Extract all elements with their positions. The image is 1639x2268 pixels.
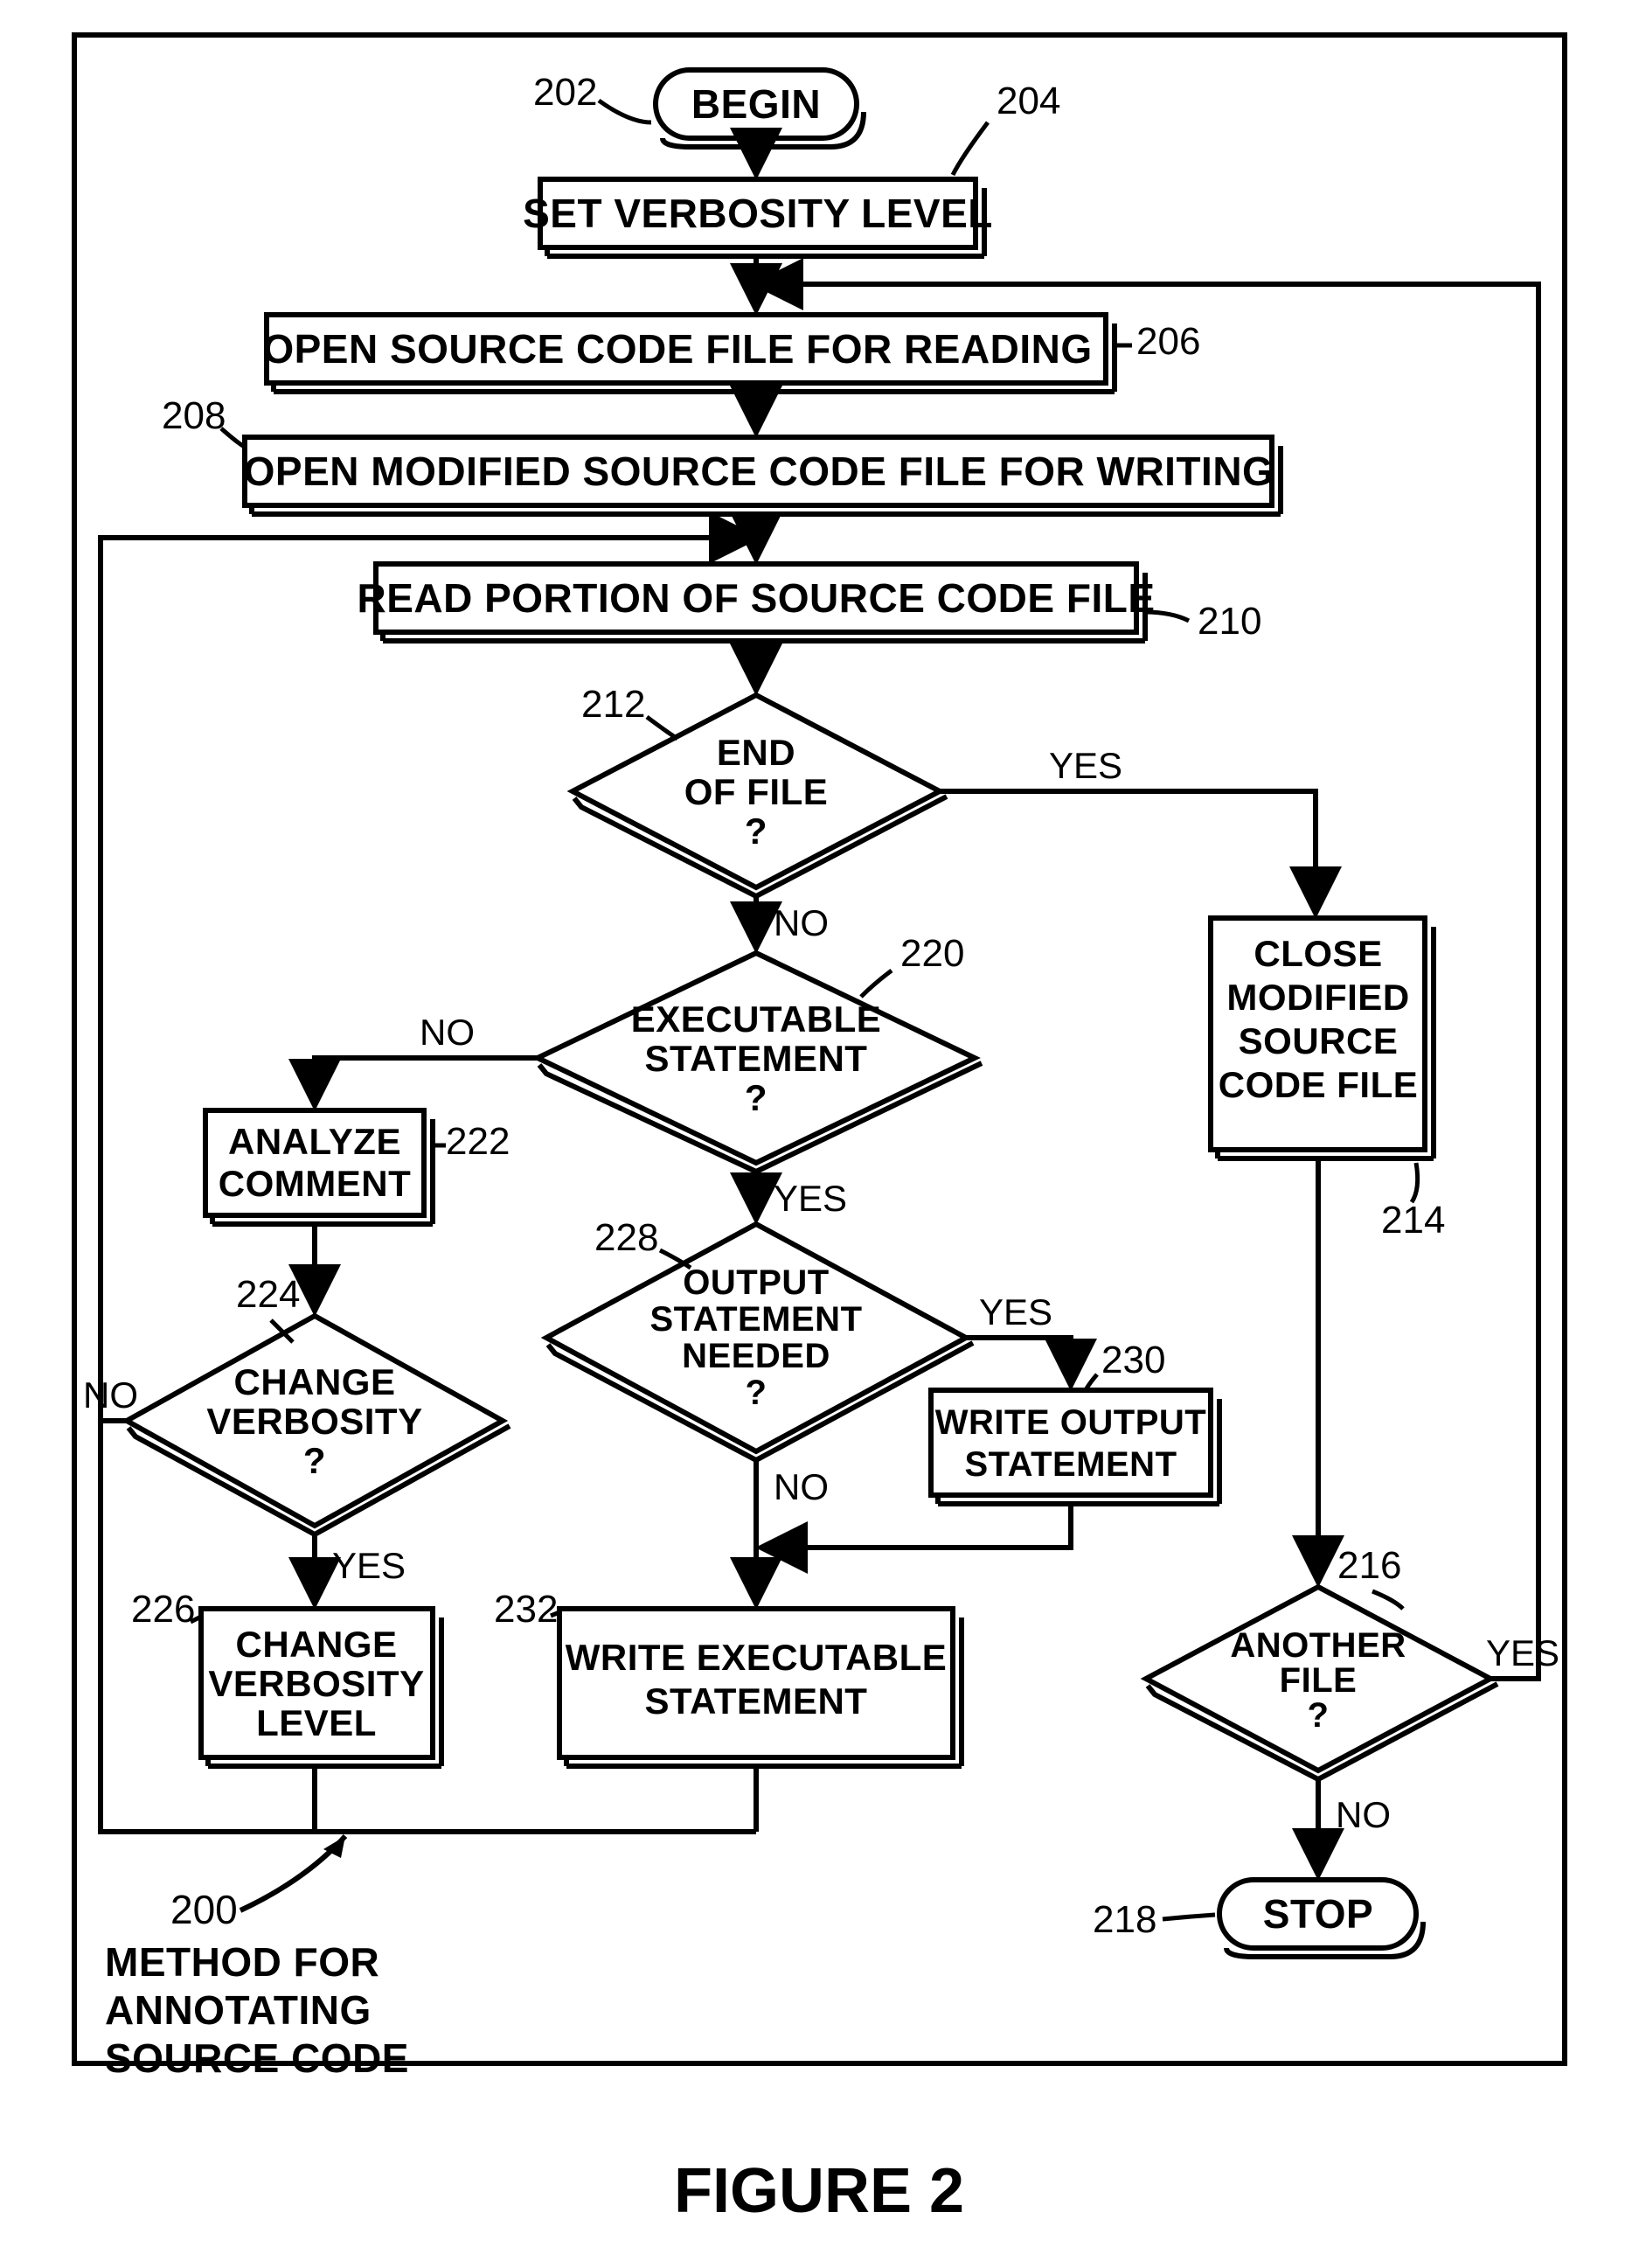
svg-text:CHANGE: CHANGE (233, 1361, 395, 1402)
read-portion-node: READ PORTION OF SOURCE CODE FILE (357, 564, 1155, 641)
svg-text:?: ? (1308, 1696, 1330, 1735)
edge-exec-no: NO (420, 1012, 475, 1053)
edge-out-no: NO (774, 1466, 829, 1507)
svg-text:STATEMENT: STATEMENT (645, 1038, 868, 1079)
svg-text:STATEMENT: STATEMENT (965, 1445, 1177, 1484)
ref-230: 230 (1101, 1339, 1165, 1381)
edge-another-no: NO (1336, 1794, 1391, 1835)
close-file-node: CLOSE MODIFIED SOURCE CODE FILE (1211, 918, 1434, 1158)
open-write-node: OPEN MODIFIED SOURCE CODE FILE FOR WRITI… (244, 437, 1281, 514)
ref-216: 216 (1337, 1544, 1401, 1587)
edge-eof-yes: YES (1049, 745, 1122, 786)
exec-stmt-decision: EXECUTABLE STATEMENT ? (538, 953, 982, 1172)
edge-chgv-no: NO (83, 1374, 138, 1416)
output-needed-decision: OUTPUT STATEMENT NEEDED ? (546, 1224, 973, 1460)
svg-text:200: 200 (170, 1887, 238, 1932)
caption: 200 METHOD FOR ANNOTATING SOURCE CODE (105, 1836, 409, 2081)
svg-text:ANALYZE: ANALYZE (228, 1121, 401, 1162)
edge-chgv-yes: YES (332, 1545, 406, 1586)
svg-text:SET VERBOSITY LEVEL: SET VERBOSITY LEVEL (523, 191, 993, 236)
svg-text:SOURCE CODE: SOURCE CODE (105, 2035, 409, 2081)
svg-text:STATEMENT: STATEMENT (645, 1680, 868, 1722)
svg-text:NEEDED: NEEDED (682, 1337, 830, 1375)
ref-226: 226 (131, 1588, 195, 1631)
svg-text:CHANGE: CHANGE (235, 1624, 397, 1665)
ref-204: 204 (997, 80, 1060, 122)
svg-text:EXECUTABLE: EXECUTABLE (631, 998, 882, 1040)
analyze-comment-node: ANALYZE COMMENT (205, 1110, 433, 1224)
svg-text:VERBOSITY: VERBOSITY (206, 1401, 422, 1442)
svg-text:CODE FILE: CODE FILE (1219, 1064, 1419, 1105)
change-verbosity-level-node: CHANGE VERBOSITY LEVEL (201, 1609, 441, 1766)
ref-224: 224 (236, 1273, 300, 1316)
ref-202: 202 (533, 71, 597, 114)
write-exec-node: WRITE EXECUTABLE STATEMENT (559, 1609, 962, 1766)
svg-text:ANOTHER: ANOTHER (1230, 1626, 1406, 1665)
ref-210: 210 (1198, 600, 1261, 643)
svg-text:WRITE EXECUTABLE: WRITE EXECUTABLE (566, 1637, 948, 1678)
svg-text:SOURCE: SOURCE (1239, 1020, 1399, 1061)
svg-text:STOP: STOP (1263, 1891, 1373, 1937)
svg-text:OF FILE: OF FILE (684, 771, 829, 812)
ref-218: 218 (1093, 1898, 1156, 1941)
svg-text:READ PORTION OF SOURCE CODE FI: READ PORTION OF SOURCE CODE FILE (357, 575, 1155, 621)
svg-text:BEGIN: BEGIN (691, 81, 821, 127)
ref-222: 222 (446, 1120, 510, 1163)
svg-text:ANNOTATING: ANNOTATING (105, 1987, 372, 2033)
svg-text:?: ? (303, 1440, 326, 1481)
stop-node: STOP (1219, 1880, 1423, 1957)
edge-out-yes: YES (979, 1291, 1052, 1332)
set-verbosity-node: SET VERBOSITY LEVEL (523, 179, 993, 256)
ref-228: 228 (594, 1216, 658, 1259)
ref-220: 220 (900, 932, 964, 975)
svg-text:OPEN SOURCE CODE FILE FOR READ: OPEN SOURCE CODE FILE FOR READING (262, 326, 1092, 372)
svg-text:STATEMENT: STATEMENT (650, 1300, 863, 1339)
ref-208: 208 (162, 394, 226, 437)
svg-text:FILE: FILE (1280, 1661, 1358, 1700)
flowchart-svg: BEGIN 202 SET VERBOSITY LEVEL 204 OPEN S… (0, 0, 1639, 2268)
begin-node: BEGIN (656, 70, 864, 147)
another-file-decision: ANOTHER FILE ? (1146, 1587, 1497, 1779)
svg-text:OPEN MODIFIED SOURCE CODE FILE: OPEN MODIFIED SOURCE CODE FILE FOR WRITI… (244, 449, 1274, 494)
ref-212: 212 (581, 683, 645, 726)
svg-text:OUTPUT: OUTPUT (683, 1263, 829, 1302)
svg-text:?: ? (745, 1077, 767, 1118)
edge-exec-yes: YES (774, 1178, 847, 1219)
ref-206: 206 (1136, 320, 1200, 363)
svg-text:?: ? (745, 810, 767, 852)
svg-text:MODIFIED: MODIFIED (1226, 977, 1409, 1018)
svg-text:?: ? (746, 1374, 767, 1412)
svg-text:END: END (717, 732, 795, 773)
ref-232: 232 (494, 1588, 558, 1631)
ref-214: 214 (1381, 1199, 1445, 1242)
open-read-node: OPEN SOURCE CODE FILE FOR READING (262, 315, 1115, 392)
figure-title: FIGURE 2 (674, 2156, 964, 2226)
write-output-node: WRITE OUTPUT STATEMENT (931, 1390, 1219, 1504)
svg-text:COMMENT: COMMENT (219, 1163, 411, 1204)
edge-eof-no: NO (774, 902, 829, 943)
svg-text:WRITE OUTPUT: WRITE OUTPUT (935, 1403, 1206, 1442)
edge-another-yes: YES (1486, 1632, 1559, 1673)
svg-text:METHOD FOR: METHOD FOR (105, 1939, 379, 1985)
svg-text:VERBOSITY: VERBOSITY (208, 1663, 424, 1704)
svg-text:LEVEL: LEVEL (256, 1702, 377, 1743)
change-verbosity-decision: CHANGE VERBOSITY ? (127, 1316, 510, 1534)
svg-text:CLOSE: CLOSE (1254, 933, 1382, 974)
